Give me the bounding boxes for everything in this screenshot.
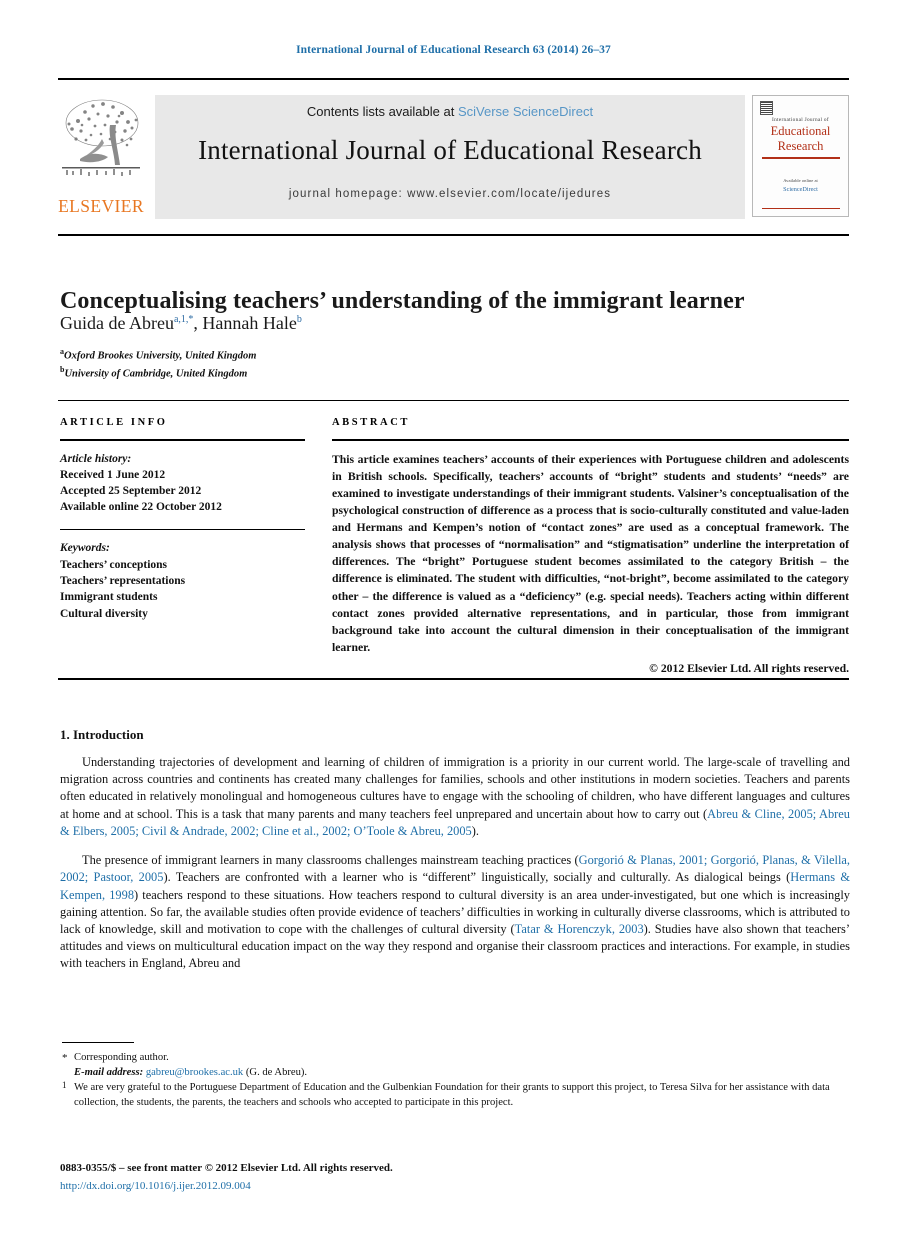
keywords-label: Keywords: xyxy=(60,542,110,555)
article-history: Article history: Received 1 June 2012 Ac… xyxy=(60,451,305,516)
footnotes: * Corresponding author. E-mail address: … xyxy=(62,1050,852,1111)
contents-available-line: Contents lists available at SciVerse Sci… xyxy=(155,95,745,119)
citation-link[interactable]: Tatar & Horenczyk, 2003 xyxy=(515,922,644,936)
author-name[interactable]: Hannah Hale xyxy=(202,313,296,333)
affiliation-text: University of Cambridge, United Kingdom xyxy=(64,368,248,380)
page-footer: 0883-0355/$ – see front matter © 2012 El… xyxy=(60,1160,850,1195)
running-head: International Journal of Educational Res… xyxy=(296,44,611,56)
affiliation-text: Oxford Brookes University, United Kingdo… xyxy=(64,350,257,362)
paragraph-text: ). xyxy=(471,823,479,838)
elsevier-logo: ELSEVIER xyxy=(58,95,144,219)
cover-divider-top xyxy=(761,157,840,159)
footnote-corresponding-author: * Corresponding author. xyxy=(62,1050,852,1065)
footnote-divider xyxy=(62,1042,134,1043)
cover-small-title: International Journal of xyxy=(772,117,829,123)
cover-publisher-icon xyxy=(760,101,773,115)
article-body: 1. Introduction Understanding trajectori… xyxy=(60,727,850,985)
footnote-marker-one: 1 xyxy=(62,1080,67,1091)
contents-prefix: Contents lists available at xyxy=(306,104,458,119)
journal-title: International Journal of Educational Res… xyxy=(198,135,702,165)
history-available: Available online 22 October 2012 xyxy=(60,501,222,514)
abstract-copyright: © 2012 Elsevier Ltd. All rights reserved… xyxy=(649,662,849,676)
author-affil-marker: b xyxy=(296,314,302,325)
elsevier-tree-icon xyxy=(58,95,144,188)
article-history-label: Article history: xyxy=(60,452,132,465)
issn-copyright-line: 0883-0355/$ – see front matter © 2012 El… xyxy=(60,1162,393,1174)
abstract-text: This article examines teachers’ accounts… xyxy=(332,452,849,655)
keyword-item: Immigrant students xyxy=(60,591,158,604)
keyword-item: Teachers’ representations xyxy=(60,574,186,587)
cover-availability-label: Available online at xyxy=(783,177,818,183)
author-list: Guida de Abreua,1,*, Hannah Haleb xyxy=(60,313,860,334)
article-page: International Journal of Educational Res… xyxy=(0,0,907,1238)
doi-link[interactable]: http://dx.doi.org/10.1016/j.ijer.2012.09… xyxy=(60,1178,850,1196)
body-paragraph: The presence of immigrant learners in ma… xyxy=(60,852,850,972)
page-title: Conceptualising teachers’ understanding … xyxy=(60,288,745,315)
cover-title-line1: Educational xyxy=(770,124,831,138)
paragraph-text: ). Teachers are confronted with a learne… xyxy=(163,870,791,885)
cover-platform-label: ScienceDirect xyxy=(783,185,818,193)
keyword-item: Teachers’ conceptions xyxy=(60,558,168,571)
email-link[interactable]: gabreu@brookes.ac.uk xyxy=(146,1067,243,1078)
footnote-corresponding-text: Corresponding author. xyxy=(74,1052,169,1063)
abstract-rule xyxy=(332,439,849,441)
journal-cover-thumbnail: International Journal of Educational Res… xyxy=(752,95,849,217)
header-divider xyxy=(58,78,849,80)
elsevier-wordmark: ELSEVIER xyxy=(58,196,144,216)
affiliation-item: bUniversity of Cambridge, United Kingdom xyxy=(60,364,860,382)
info-abstract-divider xyxy=(58,400,849,401)
abstract-bottom-divider xyxy=(58,678,849,680)
email-label: E-mail address: xyxy=(74,1067,144,1079)
body-paragraph: Understanding trajectories of developmen… xyxy=(60,754,850,840)
paragraph-text: The presence of immigrant learners in ma… xyxy=(82,853,579,868)
sciencedirect-link[interactable]: SciVerse ScienceDirect xyxy=(458,104,593,119)
section-heading-introduction: 1. Introduction xyxy=(60,727,144,742)
footnote-email: E-mail address: gabreu@brookes.ac.uk (G.… xyxy=(62,1065,852,1080)
author-name[interactable]: Guida de Abreu xyxy=(60,313,174,333)
affiliations: aOxford Brookes University, United Kingd… xyxy=(60,346,860,381)
article-info-label: ARTICLE INFO xyxy=(60,417,168,428)
author-affil-marker: a,1,* xyxy=(173,314,194,325)
journal-masthead: ELSEVIER Contents lists available at Sci… xyxy=(58,95,849,219)
article-info-column: ARTICLE INFO Article history: Received 1… xyxy=(60,417,305,622)
article-info-rule xyxy=(60,439,305,441)
affiliation-item: aOxford Brookes University, United Kingd… xyxy=(60,346,860,364)
cover-divider-bottom xyxy=(762,207,840,209)
journal-homepage-link[interactable]: journal homepage: www.elsevier.com/locat… xyxy=(155,188,745,200)
email-owner: (G. de Abreu). xyxy=(245,1067,308,1079)
abstract-column: ABSTRACT This article examines teachers’… xyxy=(332,417,849,675)
keywords-block: Keywords: Teachers’ conceptions Teachers… xyxy=(60,540,305,622)
abstract-label: ABSTRACT xyxy=(332,417,410,428)
cover-availability: Available online at ScienceDirect xyxy=(753,178,848,194)
masthead-banner: Contents lists available at SciVerse Sci… xyxy=(155,95,745,219)
history-received: Received 1 June 2012 xyxy=(60,468,166,481)
footnote-acknowledgement: 1 We are very grateful to the Portuguese… xyxy=(62,1080,852,1110)
keywords-rule xyxy=(60,528,305,531)
cover-title-line2: Research xyxy=(777,139,824,153)
masthead-divider xyxy=(58,234,849,236)
history-accepted: Accepted 25 September 2012 xyxy=(60,485,202,498)
keyword-item: Cultural diversity xyxy=(60,607,148,620)
footnote-acknowledgement-text: We are very grateful to the Portuguese D… xyxy=(74,1082,830,1109)
